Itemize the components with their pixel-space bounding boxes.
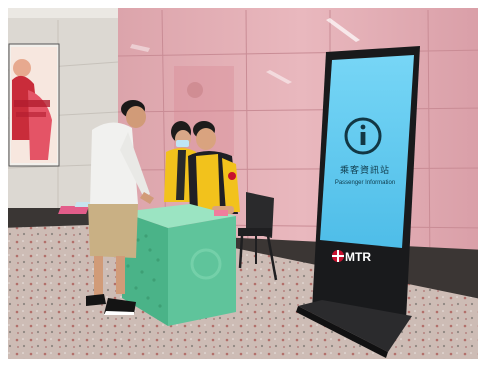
staff-badge (228, 172, 236, 180)
leaflet-stack (58, 206, 90, 214)
screen-title: 乘客資訊站 (339, 166, 390, 176)
mtr-logo-icon (332, 250, 344, 262)
wall-poster (8, 43, 60, 167)
station-illustration (0, 0, 486, 367)
station-concourse-scene: 乘客資訊站 Passenger Information MTR (0, 0, 486, 367)
leaflet-stack (214, 210, 228, 216)
face-mask (176, 140, 189, 147)
khaki-shorts (88, 204, 138, 258)
sneaker (86, 294, 106, 306)
screen-subtitle: Passenger Information (334, 180, 396, 186)
mtr-brand-label: MTR (345, 250, 371, 264)
